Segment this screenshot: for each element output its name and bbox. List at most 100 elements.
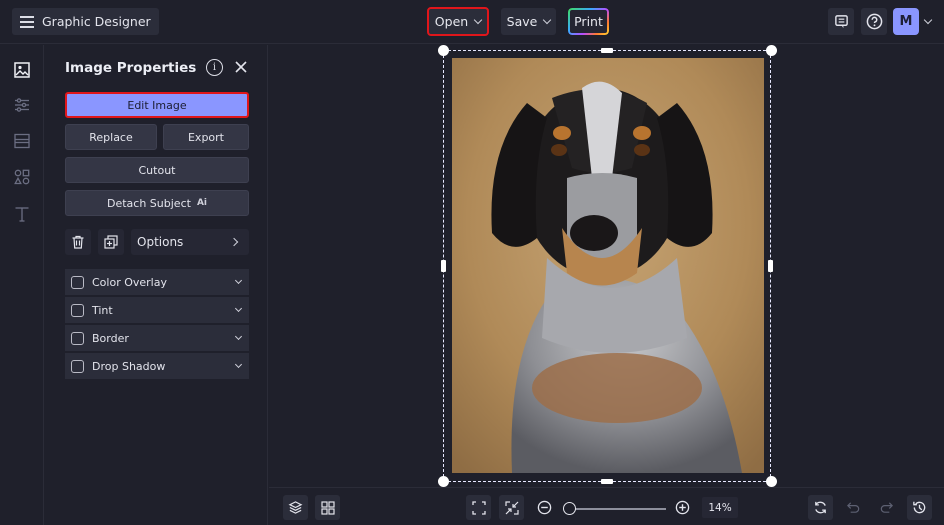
- image-properties-panel: Image Properties i Edit Image Replace Ex…: [45, 45, 268, 525]
- info-icon[interactable]: i: [206, 59, 223, 76]
- help-icon: [866, 13, 882, 30]
- chevron-right-icon: [229, 237, 239, 247]
- redo-icon: [880, 502, 893, 513]
- dog-photo[interactable]: [452, 58, 764, 473]
- save-label: Save: [506, 14, 538, 29]
- refresh-icon: [815, 501, 826, 514]
- resize-handle-top-right[interactable]: [766, 45, 777, 56]
- chevron-down-icon: [543, 15, 552, 24]
- resize-handle-top-left[interactable]: [438, 45, 449, 56]
- app-menu-button[interactable]: Graphic Designer: [12, 8, 159, 35]
- grid-icon: [320, 500, 335, 515]
- rail-item-adjustments[interactable]: [11, 94, 33, 116]
- options-label: Options: [137, 235, 184, 249]
- resize-handle-right[interactable]: [768, 260, 773, 272]
- shapes-icon: [14, 169, 30, 185]
- print-label: Print: [574, 14, 603, 29]
- resize-handle-bottom[interactable]: [601, 479, 613, 484]
- chevron-down-icon: [234, 360, 243, 369]
- dog-illustration: [452, 58, 764, 473]
- save-button[interactable]: Save: [501, 8, 556, 35]
- zoom-slider-thumb[interactable]: [563, 502, 576, 515]
- sliders-icon: [15, 98, 29, 112]
- export-button[interactable]: Export: [163, 124, 249, 150]
- detach-subject-button[interactable]: Detach Subject Ai: [65, 190, 249, 216]
- fit-to-screen-button[interactable]: [466, 495, 491, 520]
- resize-handle-bottom-right[interactable]: [766, 476, 777, 487]
- bottom-toolbar: 14%: [269, 487, 944, 525]
- rail-item-image[interactable]: [11, 59, 33, 81]
- rail-item-text[interactable]: [11, 203, 33, 225]
- rail-item-layout[interactable]: [11, 130, 33, 152]
- color-overlay-checkbox[interactable]: [71, 275, 84, 289]
- design-canvas[interactable]: [269, 45, 944, 487]
- graphic-designer-app: Graphic Designer Open Save Print M Image…: [0, 0, 944, 525]
- tint-checkbox[interactable]: [71, 303, 84, 317]
- redo-button[interactable]: [874, 495, 899, 520]
- top-toolbar: Graphic Designer Open Save Print M: [0, 0, 944, 44]
- hamburger-icon: [20, 16, 34, 28]
- duplicate-button[interactable]: [98, 229, 124, 255]
- open-label: Open: [434, 14, 469, 29]
- resize-handle-left[interactable]: [441, 260, 446, 272]
- comments-button[interactable]: [828, 8, 854, 35]
- tool-rail: [0, 45, 44, 525]
- effect-label: Tint: [92, 303, 113, 317]
- expand-icon: [471, 500, 486, 515]
- rail-item-graphics[interactable]: [11, 166, 33, 188]
- chevron-down-icon: [473, 15, 483, 24]
- app-title: Graphic Designer: [42, 14, 151, 29]
- zoom-level-field[interactable]: 14%: [702, 497, 738, 518]
- duplicate-icon: [104, 235, 118, 249]
- avatar-initial: M: [899, 14, 913, 29]
- grid-button[interactable]: [315, 495, 340, 520]
- resize-handle-bottom-left[interactable]: [438, 476, 449, 487]
- effect-border[interactable]: Border: [65, 325, 249, 351]
- shrink-view-button[interactable]: [499, 495, 524, 520]
- layers-button[interactable]: [283, 495, 308, 520]
- cutout-button[interactable]: Cutout: [65, 157, 249, 183]
- help-button[interactable]: [861, 8, 887, 35]
- chevron-down-icon: [234, 332, 243, 341]
- replace-button[interactable]: Replace: [65, 124, 157, 150]
- trash-icon: [72, 235, 84, 249]
- zoom-in-button[interactable]: [670, 495, 695, 520]
- close-icon[interactable]: [233, 59, 249, 75]
- account-chevron-down-icon[interactable]: [923, 15, 933, 25]
- zoom-out-icon: [537, 500, 552, 515]
- effect-label: Color Overlay: [92, 275, 167, 289]
- effect-tint[interactable]: Tint: [65, 297, 249, 323]
- zoom-out-button[interactable]: [532, 495, 557, 520]
- zoom-slider-track[interactable]: [570, 508, 666, 510]
- delete-button[interactable]: [65, 229, 91, 255]
- ai-badge: Ai: [196, 198, 207, 208]
- user-avatar[interactable]: M: [893, 8, 919, 35]
- history-button[interactable]: [907, 495, 932, 520]
- layout-icon: [14, 133, 30, 149]
- detach-subject-label: Detach Subject: [107, 196, 191, 210]
- zoom-in-icon: [675, 500, 690, 515]
- drop-shadow-checkbox[interactable]: [71, 359, 84, 373]
- shrink-icon: [504, 500, 519, 515]
- effect-drop-shadow[interactable]: Drop Shadow: [65, 353, 249, 379]
- panel-title: Image Properties: [65, 60, 197, 76]
- layers-icon: [288, 501, 303, 514]
- effect-label: Border: [92, 331, 129, 345]
- history-icon: [913, 501, 926, 514]
- edit-image-button[interactable]: Edit Image: [65, 92, 249, 118]
- text-icon: [15, 207, 29, 222]
- comment-icon: [834, 15, 848, 29]
- resize-handle-top[interactable]: [601, 48, 613, 53]
- chevron-down-icon: [234, 304, 243, 313]
- print-button[interactable]: Print: [568, 8, 609, 35]
- effect-label: Drop Shadow: [92, 359, 166, 373]
- image-icon: [14, 62, 30, 78]
- reset-button[interactable]: [808, 495, 833, 520]
- effect-color-overlay[interactable]: Color Overlay: [65, 269, 249, 295]
- undo-icon: [847, 502, 860, 513]
- border-checkbox[interactable]: [71, 331, 84, 345]
- options-button[interactable]: Options: [131, 229, 249, 255]
- undo-button[interactable]: [841, 495, 866, 520]
- chevron-down-icon: [234, 276, 243, 285]
- open-button[interactable]: Open: [427, 7, 489, 36]
